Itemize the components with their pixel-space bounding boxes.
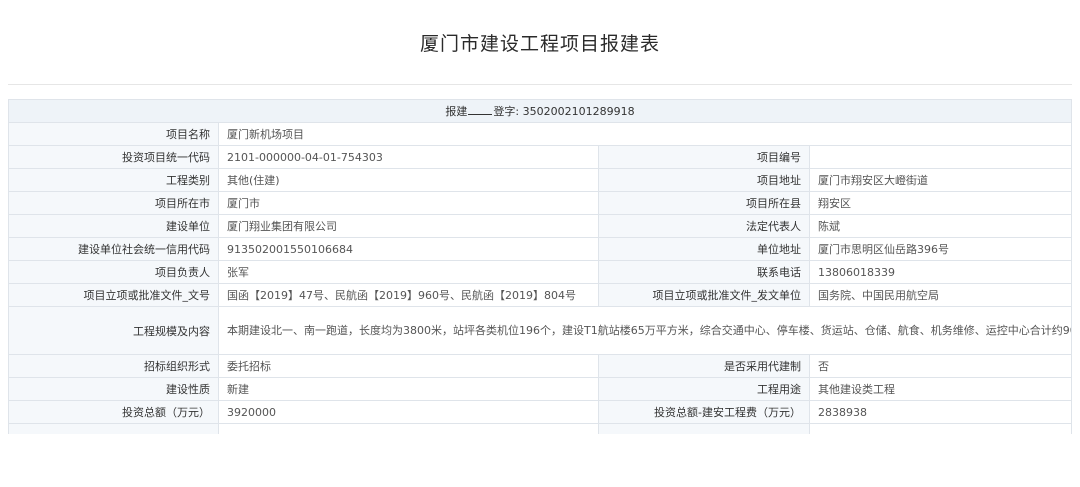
cut-cell	[8, 423, 219, 434]
nature-label: 建设性质	[8, 377, 219, 401]
header-suffix: 登字: 3502002101289918	[493, 105, 635, 118]
project-name-value: 厦门新机场项目	[218, 122, 1072, 146]
legal-rep-value: 陈斌	[809, 214, 1072, 238]
cut-cell	[598, 423, 810, 434]
cut-cell	[809, 423, 1072, 434]
table-row: 投资总额（万元） 3920000 投资总额-建安工程费（万元） 2838938	[8, 400, 1072, 424]
address-value: 厦门市翔安区大嶝街道	[809, 168, 1072, 192]
table-row: 项目立项或批准文件_文号 国函【2019】47号、民航函【2019】960号、民…	[8, 283, 1072, 307]
install-cost-value: 2838938	[809, 400, 1072, 424]
address-label: 项目地址	[598, 168, 810, 192]
cut-cell	[218, 423, 599, 434]
scale-value: 本期建设北一、南一跑道，长度均为3800米，站坪各类机位196个，建设T1航站楼…	[218, 306, 1072, 355]
bidding-label: 招标组织形式	[8, 354, 219, 378]
builder-value: 厦门翔业集团有限公司	[218, 214, 599, 238]
nature-value: 新建	[218, 377, 599, 401]
table-row-cut	[8, 423, 1072, 434]
project-name-label: 项目名称	[8, 122, 219, 146]
usage-label: 工程用途	[598, 377, 810, 401]
credit-code-label: 建设单位社会统一信用代码	[8, 237, 219, 261]
table-row: 建设单位社会统一信用代码 913502001550106684 单位地址 厦门市…	[8, 237, 1072, 261]
registration-form-table: 报建 登字: 3502002101289918 项目名称 厦门新机场项目 投资项目…	[8, 99, 1072, 434]
agent-build-label: 是否采用代建制	[598, 354, 810, 378]
manager-label: 项目负责人	[8, 260, 219, 284]
project-no-value	[809, 145, 1072, 169]
approval-doc-no-value: 国函【2019】47号、民航函【2019】960号、民航函【2019】804号	[218, 283, 599, 307]
category-value: 其他(住建)	[218, 168, 599, 192]
bidding-value: 委托招标	[218, 354, 599, 378]
table-row: 项目名称 厦门新机场项目	[8, 122, 1072, 146]
phone-label: 联系电话	[598, 260, 810, 284]
table-row: 建设性质 新建 工程用途 其他建设类工程	[8, 377, 1072, 401]
usage-value: 其他建设类工程	[809, 377, 1072, 401]
table-row: 项目所在市 厦门市 项目所在县 翔安区	[8, 191, 1072, 215]
manager-value: 张军	[218, 260, 599, 284]
city-label: 项目所在市	[8, 191, 219, 215]
header-prefix: 报建	[445, 105, 468, 118]
total-invest-value: 3920000	[218, 400, 599, 424]
unit-address-value: 厦门市思明区仙岳路396号	[809, 237, 1072, 261]
approval-issuer-label: 项目立项或批准文件_发文单位	[598, 283, 810, 307]
category-label: 工程类别	[8, 168, 219, 192]
scale-label: 工程规模及内容	[8, 306, 219, 355]
unit-address-label: 单位地址	[598, 237, 810, 261]
table-row: 建设单位 厦门翔业集团有限公司 法定代表人 陈斌	[8, 214, 1072, 238]
project-no-label: 项目编号	[598, 145, 810, 169]
table-row: 投资项目统一代码 2101-000000-04-01-754303 项目编号	[8, 145, 1072, 169]
form-header-row: 报建 登字: 3502002101289918	[8, 99, 1072, 123]
table-row: 项目负责人 张军 联系电话 13806018339	[8, 260, 1072, 284]
invest-code-label: 投资项目统一代码	[8, 145, 219, 169]
total-invest-label: 投资总额（万元）	[8, 400, 219, 424]
legal-rep-label: 法定代表人	[598, 214, 810, 238]
approval-issuer-value: 国务院、中国民用航空局	[809, 283, 1072, 307]
county-value: 翔安区	[809, 191, 1072, 215]
county-label: 项目所在县	[598, 191, 810, 215]
credit-code-value: 913502001550106684	[218, 237, 599, 261]
table-row: 工程类别 其他(住建) 项目地址 厦门市翔安区大嶝街道	[8, 168, 1072, 192]
agent-build-value: 否	[809, 354, 1072, 378]
title-divider	[8, 84, 1072, 85]
table-row: 招标组织形式 委托招标 是否采用代建制 否	[8, 354, 1072, 378]
city-value: 厦门市	[218, 191, 599, 215]
blank-underline	[468, 105, 493, 115]
page-title: 厦门市建设工程项目报建表	[419, 32, 660, 55]
install-cost-label: 投资总额-建安工程费（万元）	[598, 400, 810, 424]
invest-code-value: 2101-000000-04-01-754303	[218, 145, 599, 169]
approval-doc-no-label: 项目立项或批准文件_文号	[8, 283, 219, 307]
registration-number-header: 报建 登字: 3502002101289918	[8, 99, 1072, 123]
phone-value: 13806018339	[809, 260, 1072, 284]
builder-label: 建设单位	[8, 214, 219, 238]
table-row: 工程规模及内容 本期建设北一、南一跑道，长度均为3800米，站坪各类机位196个…	[8, 306, 1072, 355]
